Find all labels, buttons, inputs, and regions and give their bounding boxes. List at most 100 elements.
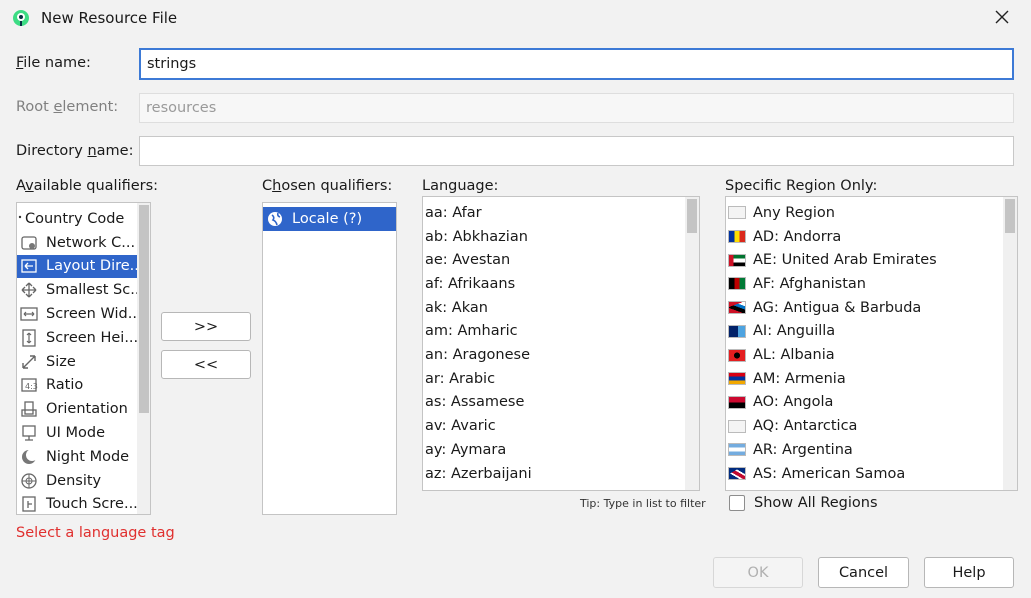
root-element-label: Root element: (16, 99, 119, 115)
list-item-label: Orientation (46, 401, 128, 418)
cancel-button[interactable]: Cancel (818, 557, 909, 588)
touch-screen-icon (20, 495, 38, 513)
region-item-any-region[interactable]: Any Region (726, 201, 1003, 225)
region-item-aq-antarctica[interactable]: AQ: Antarctica (726, 414, 1003, 438)
flag-icon (728, 206, 746, 220)
list-item-label: AQ: Antarctica (753, 418, 858, 435)
qualifier-item-touch-scre[interactable]: Touch Scre... (17, 493, 137, 514)
list-item-label: ar: Arabic (425, 370, 496, 387)
language-item-as-assamese[interactable]: as: Assamese (423, 391, 685, 415)
language-item-aa-afar[interactable]: aa: Afar (423, 201, 685, 225)
help-button[interactable]: Help (924, 557, 1014, 588)
region-item-am-armenia[interactable]: AM: Armenia (726, 367, 1003, 391)
language-item-ay-aymara[interactable]: ay: Aymara (423, 438, 685, 462)
flag-icon (728, 395, 746, 409)
language-item-ar-arabic[interactable]: ar: Arabic (423, 367, 685, 391)
region-item-ai-anguilla[interactable]: AI: Anguilla (726, 320, 1003, 344)
language-list[interactable]: aa: Afar ab: Abkhazian ae: Avestan af: Afri… (422, 196, 700, 491)
language-item-af-afrikaans[interactable]: af: Afrikaans (423, 272, 685, 296)
flag-icon (728, 230, 746, 244)
size-icon (20, 353, 38, 371)
region-scrollbar[interactable] (1003, 197, 1017, 490)
list-item-label: AD: Andorra (753, 228, 842, 245)
list-item-label: AR: Argentina (753, 441, 853, 458)
chosen-qualifiers-list[interactable]: Locale (?) (262, 202, 397, 515)
list-item-label: ay: Aymara (425, 441, 507, 458)
qualifier-item-country-code[interactable]: Country Code (17, 207, 137, 231)
screen-width-icon (20, 305, 38, 323)
flag-icon (728, 348, 746, 362)
list-item-label: Density (46, 472, 102, 489)
qualifier-item-ui-mode[interactable]: UI Mode (17, 421, 137, 445)
ui-mode-icon (20, 424, 38, 442)
list-item-label: Touch Scre... (46, 496, 137, 513)
night-mode-icon (20, 448, 38, 466)
language-item-am-amharic[interactable]: am: Amharic (423, 320, 685, 344)
list-item-label: Network C... (46, 234, 136, 251)
available-qualifiers-list[interactable]: Country Code Network C... Layout Dire... Sm… (16, 202, 151, 515)
qualifier-item-screen-hei[interactable]: Screen Hei... (17, 326, 137, 350)
language-item-an-aragonese[interactable]: an: Aragonese (423, 343, 685, 367)
language-item-av-avaric[interactable]: av: Avaric (423, 414, 685, 438)
language-scrollbar[interactable] (685, 197, 699, 490)
list-item-label: Size (46, 353, 76, 370)
list-item-label: UI Mode (46, 425, 106, 442)
language-item-ab-abkhazian[interactable]: ab: Abkhazian (423, 225, 685, 249)
language-item-ae-avestan[interactable]: ae: Avestan (423, 248, 685, 272)
root-element-input (139, 93, 1014, 123)
language-scroll-thumb[interactable] (687, 199, 697, 233)
qualifier-item-network-c[interactable]: Network C... (17, 231, 137, 255)
qualifier-item-layout-dire[interactable]: Layout Dire... (17, 254, 137, 279)
qualifier-item-screen-wid[interactable]: Screen Wid... (17, 302, 137, 326)
qualifier-item-size[interactable]: Size (17, 350, 137, 374)
list-item-label: an: Aragonese (425, 347, 530, 364)
language-item-az-azerbaijani[interactable]: az: Azerbaijani (423, 462, 685, 486)
region-list[interactable]: Any Region AD: Andorra AE: United Arab Emi… (725, 196, 1018, 491)
file-name-input[interactable] (139, 48, 1014, 80)
chosen-item-locale[interactable]: Locale (?) (263, 207, 396, 231)
remove-qualifier-button[interactable]: << (161, 350, 251, 379)
region-item-ar-argentina[interactable]: AR: Argentina (726, 438, 1003, 462)
globe-icon (266, 210, 284, 228)
region-scroll-thumb[interactable] (1005, 199, 1015, 233)
list-item-label: AI: Anguilla (753, 323, 836, 340)
directory-name-input[interactable] (139, 136, 1014, 166)
directory-name-label: Directory name: (16, 143, 134, 159)
available-scroll-thumb[interactable] (139, 205, 149, 413)
list-item-label: am: Amharic (425, 323, 518, 340)
list-item-label: ae: Avestan (425, 252, 511, 269)
region-item-al-albania[interactable]: AL: Albania (726, 343, 1003, 367)
error-message: Select a language tag (16, 525, 175, 541)
region-item-ad-andorra[interactable]: AD: Andorra (726, 225, 1003, 249)
qualifier-item-density[interactable]: Density (17, 469, 137, 493)
close-button[interactable] (986, 3, 1018, 31)
flag-icon (728, 324, 746, 338)
region-item-af-afghanistan[interactable]: AF: Afghanistan (726, 272, 1003, 296)
svg-text:4:3: 4:3 (25, 382, 38, 391)
region-label: Specific Region Only: (725, 178, 878, 194)
qualifier-item-smallest-sc[interactable]: Smallest Sc... (17, 278, 137, 302)
dot-icon (17, 210, 23, 228)
qualifier-item-ratio[interactable]: 4:3 Ratio (17, 374, 137, 398)
region-item-as-american-samoa[interactable]: AS: American Samoa (726, 462, 1003, 486)
region-item-ae-united-arab-emirates[interactable]: AE: United Arab Emirates (726, 248, 1003, 272)
language-label: Language: (422, 178, 499, 194)
checkbox-box[interactable] (729, 495, 745, 511)
qualifier-item-night-mode[interactable]: Night Mode (17, 445, 137, 469)
list-item-label: Screen Wid... (46, 306, 137, 323)
region-item-ao-angola[interactable]: AO: Angola (726, 391, 1003, 415)
list-item-label: Screen Hei... (46, 329, 137, 346)
list-item-label: Any Region (753, 204, 835, 221)
density-icon (20, 472, 38, 490)
add-qualifier-button[interactable]: >> (161, 312, 251, 341)
language-item-ak-akan[interactable]: ak: Akan (423, 296, 685, 320)
qualifier-item-orientation[interactable]: Orientation (17, 397, 137, 421)
orientation-icon (20, 400, 38, 418)
show-all-regions-checkbox[interactable]: Show All Regions (729, 495, 878, 511)
list-item-label: aa: Afar (425, 204, 482, 221)
android-studio-icon (12, 9, 30, 27)
region-item-ag-antigua-barbuda[interactable]: AG: Antigua & Barbuda (726, 296, 1003, 320)
ok-button[interactable]: OK (713, 557, 803, 588)
flag-icon (728, 372, 746, 386)
list-item-label: Locale (?) (292, 211, 363, 227)
